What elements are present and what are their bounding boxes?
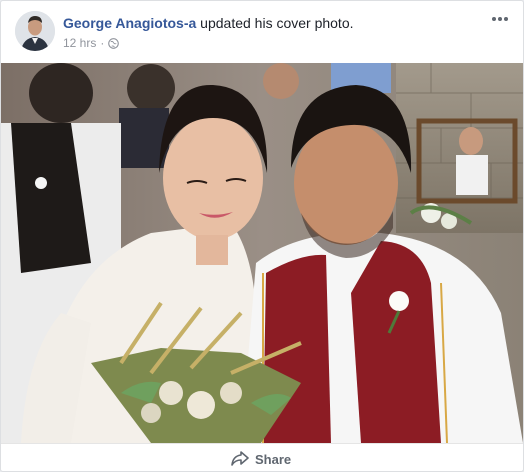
author-avatar[interactable]	[15, 11, 55, 51]
share-button[interactable]: Share	[231, 450, 291, 468]
share-arrow-icon	[231, 450, 249, 469]
wedding-photo-image	[1, 63, 523, 443]
post-timestamp[interactable]: 12 hrs	[63, 36, 96, 50]
avatar-image	[15, 11, 55, 51]
post-actions-bar: Share	[1, 443, 523, 471]
post-action-text: updated his cover photo.	[200, 15, 354, 31]
post-header: George Anagiotos-a updated his cover pho…	[1, 1, 523, 63]
globe-icon[interactable]	[108, 37, 120, 49]
post-headline: George Anagiotos-a updated his cover pho…	[63, 15, 354, 31]
cover-photo[interactable]	[1, 63, 523, 443]
post-meta: 12 hrs ·	[63, 36, 120, 50]
meta-separator: ·	[100, 36, 105, 50]
feed-post: George Anagiotos-a updated his cover pho…	[0, 0, 524, 472]
share-label: Share	[255, 451, 292, 467]
author-name-link[interactable]: George Anagiotos-a	[63, 15, 196, 31]
more-options-icon[interactable]	[489, 11, 511, 27]
